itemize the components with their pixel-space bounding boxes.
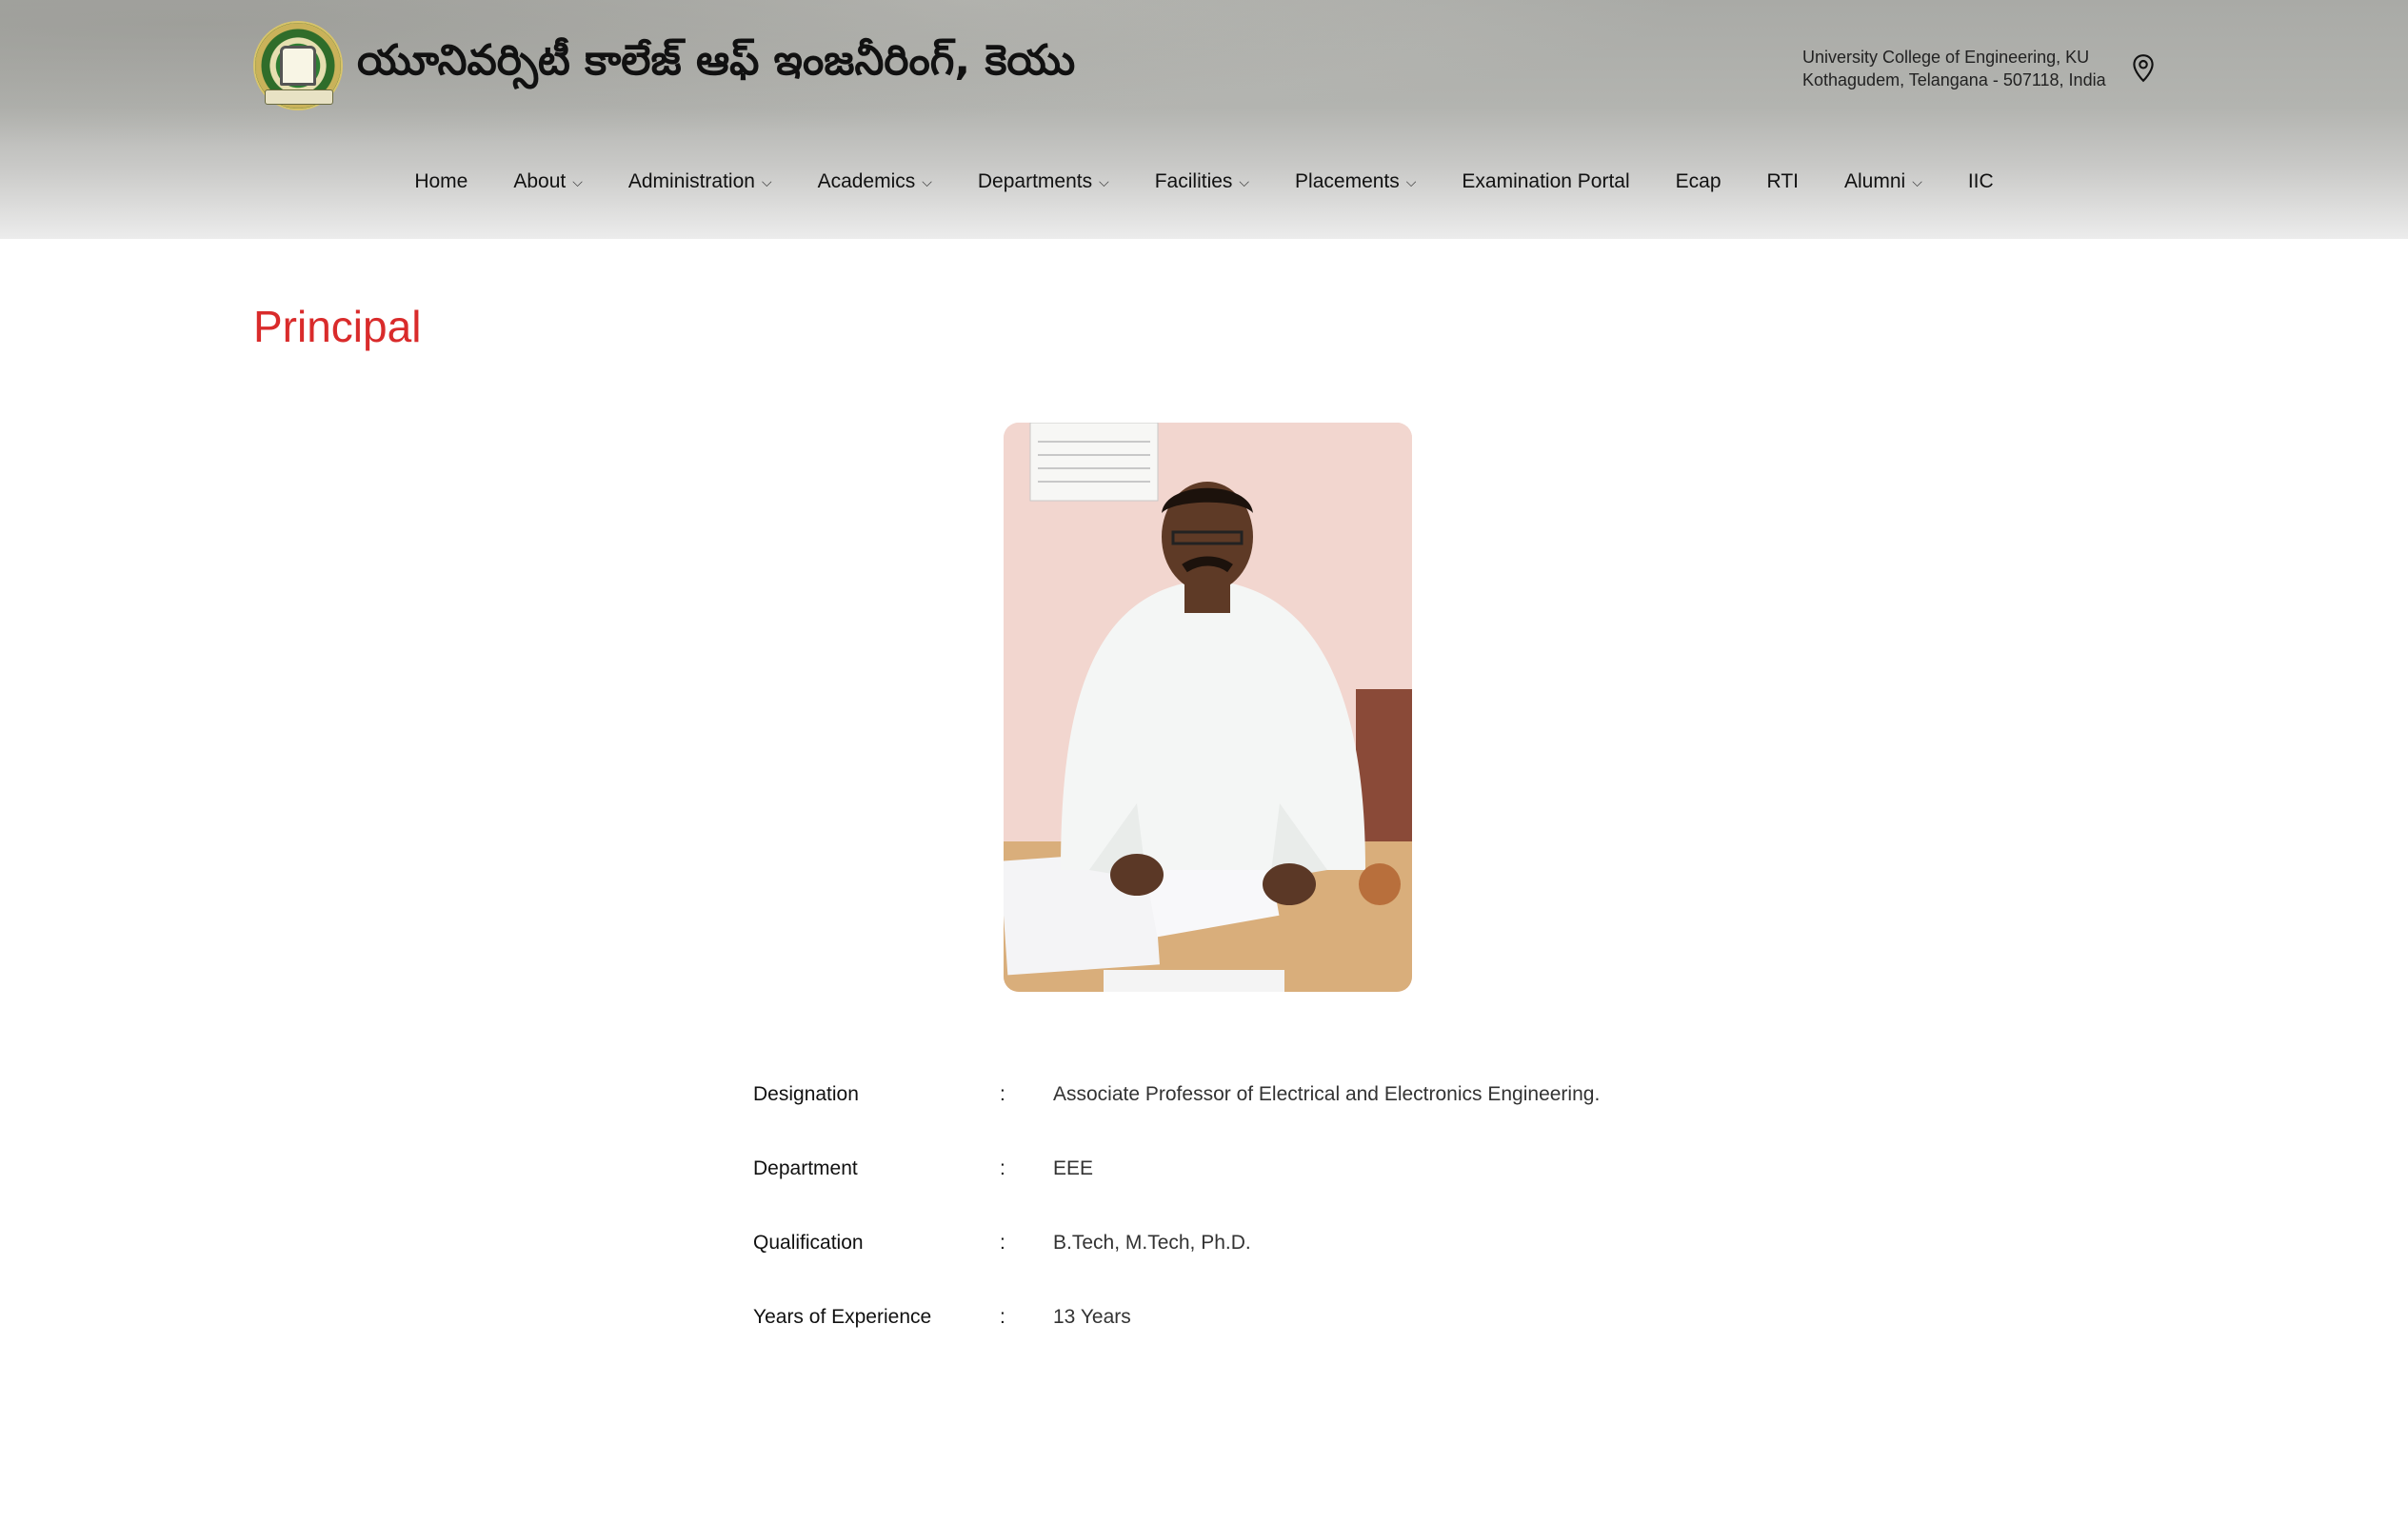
- detail-value: B.Tech, M.Tech, Ph.D.: [1053, 1232, 1251, 1254]
- nav-item-label: Ecap: [1675, 170, 1721, 192]
- chevron-down-icon: ⌵: [1099, 173, 1109, 189]
- nav-item-placements[interactable]: Placements ⌵: [1272, 168, 1439, 196]
- nav-item-label: Placements: [1295, 170, 1400, 192]
- detail-row: Designation: Associate Professor of Elect…: [753, 1079, 1705, 1154]
- nav-item-label: Departments: [977, 170, 1093, 192]
- principal-details: Designation: Associate Professor of Elect…: [753, 1079, 1705, 1376]
- chevron-down-icon: ⌵: [572, 173, 583, 189]
- nav-item-label: Academics: [817, 170, 916, 192]
- nav-item-administration[interactable]: Administration ⌵: [606, 168, 795, 196]
- nav-item-departments[interactable]: Departments ⌵: [955, 168, 1132, 196]
- nav-item-examination-portal[interactable]: Examination Portal: [1439, 168, 1652, 196]
- chevron-down-icon: ⌵: [761, 173, 772, 189]
- nav-item-home[interactable]: Home: [391, 168, 490, 196]
- detail-separator: :: [1000, 1157, 1005, 1179]
- nav-item-label: IIC: [1967, 170, 1994, 192]
- nav-item-alumni[interactable]: Alumni ⌵: [1821, 168, 1945, 196]
- detail-value: Associate Professor of Electrical and El…: [1053, 1083, 1601, 1105]
- nav-item-label: RTI: [1766, 170, 1799, 192]
- location-pin-icon[interactable]: [2131, 53, 2156, 84]
- detail-row: Qualification: B.Tech, M.Tech, Ph.D.: [753, 1228, 1705, 1302]
- nav-item-facilities[interactable]: Facilities ⌵: [1132, 168, 1272, 196]
- nav-item-rti[interactable]: RTI: [1744, 168, 1821, 196]
- nav-item-iic[interactable]: IIC: [1945, 168, 2017, 196]
- nav-item-label: Facilities: [1154, 170, 1233, 192]
- site-title[interactable]: యూనివర్సిటీ కాలేజ్ ఆఫ్ ఇంజనీరింగ్, కెయు: [357, 36, 1075, 95]
- university-logo[interactable]: [253, 21, 343, 110]
- logo-emblem-icon: [280, 46, 316, 86]
- nav-item-label: Administration: [627, 170, 755, 192]
- nav-item-ecap[interactable]: Ecap: [1653, 168, 1744, 196]
- detail-label: Years of Experience: [753, 1306, 932, 1328]
- detail-label: Qualification: [753, 1232, 864, 1254]
- detail-label: Department: [753, 1157, 858, 1179]
- principal-photo: [1004, 423, 1412, 992]
- chevron-down-icon: ⌵: [1405, 173, 1417, 189]
- nav-item-label: Home: [414, 170, 468, 192]
- nav-item-about[interactable]: About ⌵: [490, 168, 606, 196]
- detail-value: 13 Years: [1053, 1306, 1131, 1328]
- logo-ribbon: [265, 89, 333, 105]
- chevron-down-icon: ⌵: [922, 173, 932, 189]
- site-header: యూనివర్సిటీ కాలేజ్ ఆఫ్ ఇంజనీరింగ్, కెయు …: [0, 0, 2408, 239]
- address-block: University College of Engineering, KU Ko…: [1802, 46, 2106, 91]
- page-title: Principal: [253, 302, 422, 351]
- detail-value: EEE: [1053, 1157, 1094, 1179]
- detail-separator: :: [1000, 1083, 1005, 1105]
- nav-item-academics[interactable]: Academics ⌵: [795, 168, 955, 196]
- detail-separator: :: [1000, 1306, 1005, 1328]
- nav-item-label: Examination Portal: [1462, 170, 1630, 192]
- detail-label: Designation: [753, 1083, 859, 1105]
- address-line-1: University College of Engineering, KU: [1802, 48, 2090, 67]
- address-line-2: Kothagudem, Telangana - 507118, India: [1802, 70, 2106, 89]
- nav-item-label: About: [513, 170, 567, 192]
- detail-separator: :: [1000, 1232, 1005, 1254]
- detail-row: Years of Experience: 13 Years: [753, 1302, 1705, 1376]
- chevron-down-icon: ⌵: [1239, 173, 1250, 189]
- chevron-down-icon: ⌵: [1912, 173, 1922, 189]
- nav-item-label: Alumni: [1843, 170, 1906, 192]
- detail-row: Department: EEE: [753, 1154, 1705, 1228]
- main-nav: Home About ⌵ Administration ⌵ Academics ⌵ Depar…: [0, 168, 2408, 196]
